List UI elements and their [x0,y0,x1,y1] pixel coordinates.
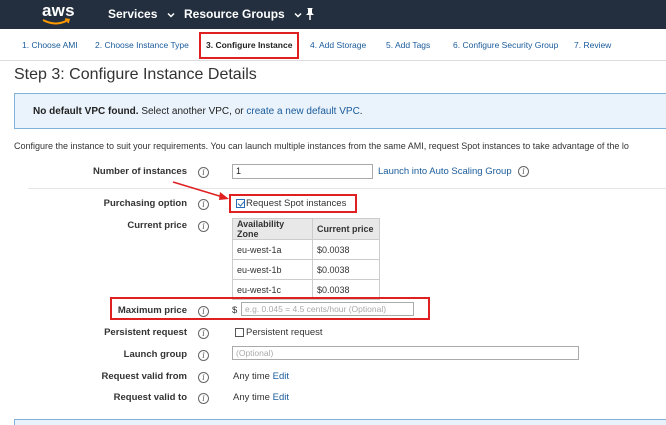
active-tab-highlight [199,32,299,59]
vpc-info-box: No default VPC found. Select another VPC… [14,93,666,129]
zone-cell: eu-west-1a [232,239,313,260]
persistent-request-option-label[interactable]: Persistent request [246,327,323,338]
pin-icon[interactable] [303,6,317,22]
current-price-label: Current price [127,220,187,231]
resource-groups-menu[interactable]: Resource Groups [184,6,302,24]
zone-cell: eu-west-1b [232,259,313,280]
create-default-vpc-link[interactable]: create a new default VPC [246,106,359,117]
info-icon[interactable]: i [198,350,209,361]
vpc-info-message: No default VPC found. Select another VPC… [33,106,363,117]
tab-choose-instance-type[interactable]: 2. Choose Instance Type [95,40,189,50]
column-current-price: Current price [312,218,380,240]
info-icon[interactable]: i [198,167,209,178]
table-row: eu-west-1a $0.0038 [232,239,380,260]
services-menu[interactable]: Services [108,6,175,24]
tab-add-storage[interactable]: 4. Add Storage [310,40,366,50]
number-of-instances-label: Number of instances [93,166,187,177]
valid-from-edit-link[interactable]: Edit [273,371,289,382]
aws-smile-icon [42,18,71,25]
page-title: Step 3: Configure Instance Details [14,66,257,83]
column-availability-zone: Availability Zone [232,218,313,240]
valid-to-text: Any time [233,392,270,403]
wizard-tabs: 1. Choose AMI 2. Choose Instance Type 3.… [0,29,666,61]
bottom-info-box [14,419,666,425]
resource-groups-label: Resource Groups [184,7,285,21]
request-valid-from-value: Any time Edit [233,371,289,382]
max-price-highlight-box [110,297,430,320]
price-cell: $0.0038 [312,259,380,280]
vpc-info-text: Select another VPC, or [138,106,247,117]
info-icon[interactable]: i [198,221,209,232]
vpc-info-bold: No default VPC found. [33,106,139,117]
aws-logo[interactable]: aws [39,0,79,29]
persistent-request-label: Persistent request [104,327,187,338]
vpc-info-suffix: . [359,106,363,117]
persistent-request-checkbox[interactable] [235,328,244,337]
tab-review[interactable]: 7. Review [574,40,611,50]
request-valid-to-label: Request valid to [113,392,187,403]
chevron-down-icon [294,12,302,18]
spot-highlight-box [229,194,357,213]
chevron-down-icon [167,12,175,18]
request-valid-from-label: Request valid from [101,371,187,382]
number-of-instances-input[interactable]: 1 [232,164,373,179]
valid-from-text: Any time [233,371,270,382]
tab-configure-security-group[interactable]: 6. Configure Security Group [453,40,558,50]
page-description: Configure the instance to suit your requ… [14,141,629,151]
info-icon[interactable]: i [198,393,209,404]
info-icon[interactable]: i [518,166,529,177]
price-cell: $0.0038 [312,239,380,260]
valid-to-edit-link[interactable]: Edit [273,392,289,403]
services-label: Services [108,7,158,21]
table-row: eu-west-1b $0.0038 [232,259,380,280]
info-icon[interactable]: i [198,372,209,383]
launch-group-input[interactable]: (Optional) [232,346,579,360]
request-valid-to-value: Any time Edit [233,392,289,403]
tab-add-tags[interactable]: 5. Add Tags [386,40,430,50]
divider [28,188,666,189]
purchasing-option-label: Purchasing option [103,198,187,209]
launch-group-label: Launch group [123,349,187,360]
tab-choose-ami[interactable]: 1. Choose AMI [22,40,78,50]
top-nav: aws Services Resource Groups [0,0,666,29]
launch-auto-scaling-link[interactable]: Launch into Auto Scaling Group [378,166,512,177]
info-icon[interactable]: i [198,328,209,339]
current-price-table: Availability Zone Current price eu-west-… [232,218,380,300]
info-icon[interactable]: i [198,199,209,210]
